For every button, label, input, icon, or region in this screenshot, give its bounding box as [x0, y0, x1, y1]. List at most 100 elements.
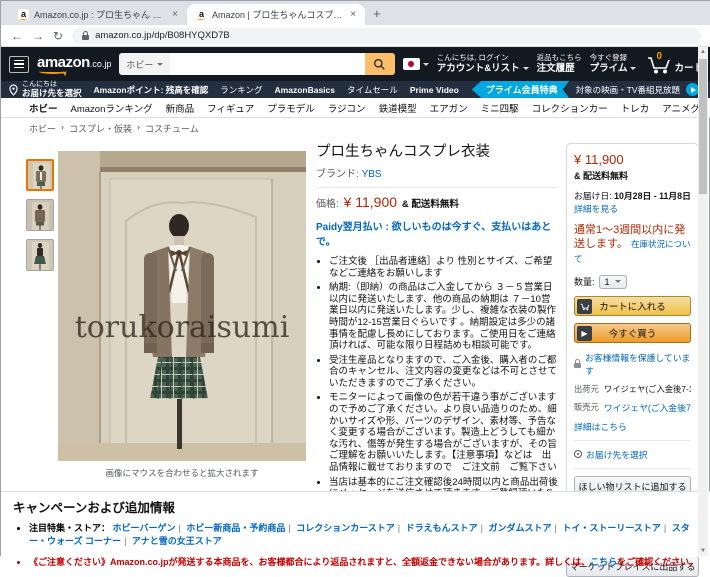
- thumbnail-back[interactable]: [26, 199, 54, 231]
- nav-mini4wd[interactable]: ミニ四駆: [481, 101, 519, 115]
- quantity-value: 1: [605, 277, 610, 287]
- scroll-down-arrow[interactable]: ▼: [698, 546, 708, 556]
- nav-figures[interactable]: フィギュア: [207, 101, 254, 115]
- close-icon[interactable]: ×: [350, 9, 356, 20]
- store-link-hobby-new[interactable]: ホビー新商品・予約商品: [186, 523, 285, 533]
- nav-rc[interactable]: ラジコン: [328, 101, 366, 115]
- divider: [574, 468, 691, 469]
- nav-tcg[interactable]: トレカ: [621, 101, 650, 115]
- cart-button[interactable]: 0 カート: [646, 53, 703, 75]
- forward-icon[interactable]: →: [32, 30, 44, 42]
- hamburger-menu-icon[interactable]: [9, 56, 29, 73]
- nav-prime-video[interactable]: Prime Video: [410, 85, 459, 95]
- nav-plamodel[interactable]: プラモデル: [267, 101, 315, 115]
- nav-amazonbasics[interactable]: AmazonBasics: [275, 85, 335, 95]
- tab-product-page[interactable]: a Amazon | プロ生ちゃんコスプレ衣装 ×: [187, 4, 365, 25]
- brand-link[interactable]: YBS: [362, 169, 382, 180]
- orders-menu[interactable]: 返品もこちら 注文履歴: [537, 53, 582, 74]
- nav-ranking[interactable]: ランキング: [220, 84, 262, 96]
- free-shipping-label: & 配送料無料: [402, 199, 459, 210]
- store-link-doraemon[interactable]: ドラえもんストア: [406, 523, 478, 533]
- bullet-item: 受注生産品となりますので、ご入金後、購入者のご都合のキャンセル、注文内容の変更な…: [329, 355, 558, 390]
- deliver-to-selector[interactable]: お届け先を選択: [574, 448, 691, 461]
- quantity-select[interactable]: 1: [599, 275, 627, 289]
- delivery-label: お届け日:: [574, 191, 612, 201]
- seller-details-link[interactable]: 詳細はこちら: [574, 422, 627, 432]
- amazon-smile-icon: [39, 69, 67, 74]
- paidy-link[interactable]: Paidy翌月払い : 欲しいものは今すぐ、支払いはあとで。: [316, 218, 558, 248]
- browser-window: a Amazon.co.jp : プロ生ちゃん 衣装 × a Amazon | …: [0, 0, 710, 556]
- campaign-section: キャンペーンおよび追加情報 注目特集・ストア： ホビーバーゲン | ホビー新商品・…: [1, 491, 710, 557]
- store-link-hobby-bargain[interactable]: ホビーバーゲン: [113, 523, 176, 533]
- amazon-header: amazon.co.jp ホビー こんにちは, ログイン アカウント&リスト: [1, 47, 710, 81]
- thumbnail-front-selected[interactable]: [26, 159, 54, 191]
- separator: |: [664, 523, 666, 533]
- nav-amazon-points[interactable]: Amazonポイント: 残高を確認: [94, 84, 209, 96]
- separator: |: [481, 523, 483, 533]
- chevron-down-icon: [630, 67, 636, 73]
- breadcrumb-hobby[interactable]: ホビー: [29, 122, 56, 135]
- url-field[interactable]: amazon.co.jp/dp/B08HYQXD7B: [72, 28, 701, 44]
- new-tab-button[interactable]: +: [373, 6, 381, 21]
- prime-banner-text: 対象の映画・TV番組見放題: [576, 84, 680, 96]
- divider: [574, 440, 691, 441]
- close-icon[interactable]: ×: [172, 9, 178, 20]
- featured-label: 注目特集・ストア：: [29, 523, 110, 533]
- locale-selector[interactable]: [403, 58, 429, 70]
- nav-amazon-ranking[interactable]: Amazonランキング: [71, 101, 153, 115]
- warning-text: 《ご注意ください》Amazon.co.jpが発送する本商品を、お客様都合により返…: [29, 557, 590, 567]
- search-input[interactable]: [170, 53, 364, 75]
- amazon-logo[interactable]: amazon.co.jp: [37, 55, 111, 74]
- japan-flag-icon: [403, 58, 420, 70]
- search-button[interactable]: [365, 53, 395, 75]
- bullet-item: モニターによって画像の色が若干違う事がございますので予めご了承ください。より良い…: [329, 392, 558, 473]
- back-icon[interactable]: ←: [11, 30, 23, 42]
- lock-icon: [574, 363, 581, 368]
- amazon-logo-domain: .co.jp: [90, 59, 112, 69]
- store-link-toy-story[interactable]: トイ・ストーリーストア: [562, 523, 661, 533]
- nav-airgun[interactable]: エアガン: [430, 101, 468, 115]
- deliver-to-link[interactable]: お届け先を選択: [586, 448, 648, 461]
- nav-hobby[interactable]: ホビー: [29, 101, 58, 115]
- prime-benefits-banner[interactable]: プライム会員特典 対象の映画・TV番組見放題: [472, 81, 703, 98]
- add-to-cart-button[interactable]: カートに入れる: [574, 296, 691, 316]
- privacy-link[interactable]: お客様情報を保護しています: [585, 351, 691, 377]
- price-label: 価格:: [316, 199, 339, 210]
- scrollbar-thumb[interactable]: [699, 59, 707, 194]
- breadcrumb-costume[interactable]: コスチューム: [145, 122, 199, 135]
- tab-amazon-search[interactable]: a Amazon.co.jp : プロ生ちゃん 衣装 ×: [9, 4, 187, 25]
- chevron-down-icon: [523, 67, 529, 73]
- product-main: torukoraisumi 画像にマウスを合わせると拡大されます プロ生ちゃんコ…: [1, 141, 701, 491]
- breadcrumb-separator: ›: [61, 122, 64, 135]
- location-pin-icon: [574, 450, 582, 458]
- separator: |: [288, 523, 290, 533]
- sold-by-link[interactable]: ワイジェヤ(ご入金後7-1…: [604, 401, 691, 414]
- scroll-up-arrow[interactable]: ▲: [698, 47, 708, 57]
- nav-timesale[interactable]: タイムセール: [347, 84, 398, 96]
- divider: [316, 187, 558, 188]
- separator: |: [398, 523, 400, 533]
- product-image[interactable]: torukoraisumi: [58, 151, 306, 461]
- delivery-details-link[interactable]: 詳細を見る: [574, 204, 618, 214]
- warning-details-link[interactable]: こちら: [590, 557, 617, 567]
- account-menu[interactable]: こんにちは, ログイン アカウント&リスト: [437, 53, 529, 74]
- deliver-to-selector[interactable]: こんにちは お届け先を選択: [9, 81, 82, 98]
- reload-icon[interactable]: ↻: [53, 30, 63, 42]
- buy-now-button[interactable]: ▶ 今すぐ買う: [574, 323, 691, 343]
- nav-collection-car[interactable]: コレクションカー: [532, 101, 608, 115]
- prime-menu[interactable]: 今すぐ登録 プライム: [590, 53, 637, 74]
- product-price: ¥ 11,900: [344, 194, 397, 210]
- campaign-heading: キャンペーンおよび追加情報: [13, 497, 699, 516]
- tab-strip: a Amazon.co.jp : プロ生ちゃん 衣装 × a Amazon | …: [1, 1, 710, 25]
- nav-railway[interactable]: 鉄道模型: [379, 101, 417, 115]
- search-icon: [373, 58, 386, 71]
- nav-new-items[interactable]: 新商品: [166, 101, 195, 115]
- search-category-dropdown[interactable]: ホビー: [119, 53, 170, 75]
- breadcrumb-cosplay[interactable]: コスプレ・仮装: [69, 122, 132, 135]
- scrollbar[interactable]: ▲ ▼: [698, 47, 708, 556]
- brand-label: ブランド:: [316, 169, 359, 180]
- store-link-collection-car[interactable]: コレクションカーストア: [296, 523, 395, 533]
- thumbnail-skirt[interactable]: [26, 239, 54, 271]
- store-link-gundam[interactable]: ガンダムストア: [488, 523, 551, 533]
- store-link-frozen[interactable]: アナと雪の女王ストア: [132, 536, 222, 546]
